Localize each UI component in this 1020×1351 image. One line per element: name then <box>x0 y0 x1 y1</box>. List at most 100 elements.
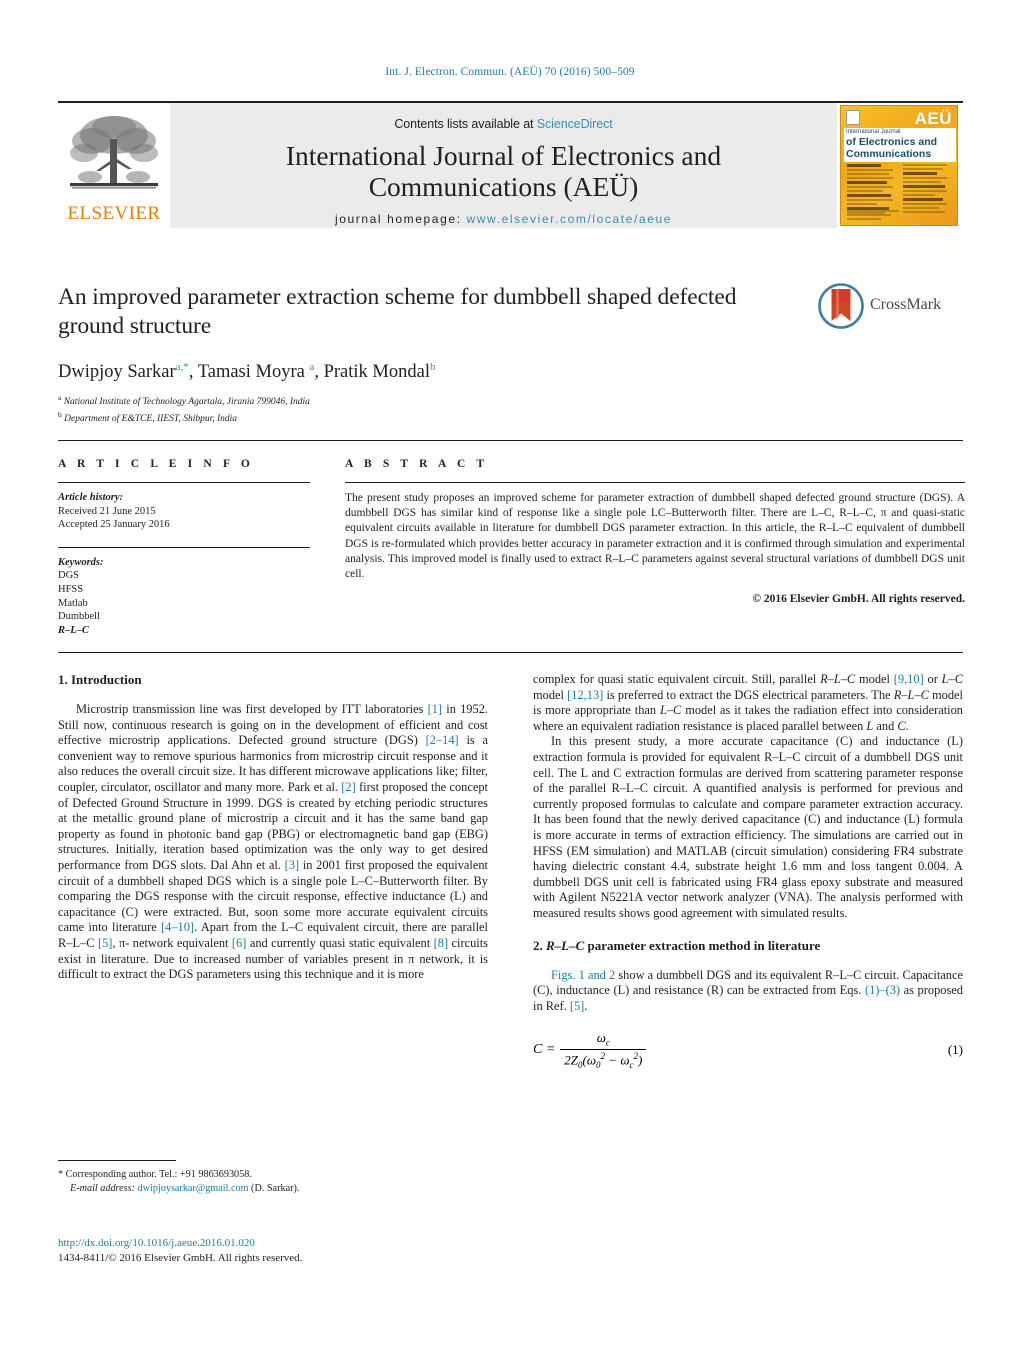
citation-ref-9-10[interactable]: [9,10] <box>894 672 924 686</box>
citation-ref-2-14[interactable]: [2–14] <box>426 733 459 747</box>
keywords-label: Keywords: <box>58 556 104 568</box>
paragraph-intro-1-cont: complex for quasi static equivalent circ… <box>533 672 963 734</box>
homepage-label: journal homepage: <box>334 212 462 226</box>
citation-ref-5[interactable]: [5] <box>570 999 584 1013</box>
elsevier-wordmark: ELSEVIER <box>67 203 161 224</box>
body-column-right: complex for quasi static equivalent circ… <box>533 672 963 1074</box>
corresponding-author-note: * Corresponding author. Tel.: +91 986369… <box>58 1168 488 1182</box>
keyword-item: Matlab <box>58 597 88 609</box>
doi-link[interactable]: http://dx.doi.org/10.1016/j.aeue.2016.01… <box>58 1236 488 1251</box>
issn-copyright-line: 1434-8411/© 2016 Elsevier GmbH. All righ… <box>58 1251 303 1264</box>
citation-ref-6[interactable]: [6] <box>232 936 246 950</box>
equation-1-denominator: 2Z0(ω02 − ωc2) <box>560 1048 647 1070</box>
abstract-block: A B S T R A C T The present study propos… <box>345 458 965 605</box>
equation-1-fraction: ωc 2Z0(ω02 − ωc2) <box>560 1030 647 1070</box>
affiliation-a-text: National Institute of Technology Agartal… <box>63 397 310 408</box>
keyword-item: R–L–C <box>58 624 89 636</box>
keyword-item: HFSS <box>58 583 84 595</box>
citation-ref-12-13[interactable]: [12,13] <box>567 688 603 702</box>
section-heading-introduction: 1. Introduction <box>58 672 488 688</box>
intro-text-7: , π- network equivalent <box>112 935 232 950</box>
article-info-heading: A R T I C L E I N F O <box>58 458 254 470</box>
cover-image: AEÜ International Journal of Electronics… <box>840 105 958 226</box>
body-column-left: 1. Introduction Microstrip transmission … <box>58 672 488 983</box>
homepage-url-link[interactable]: www.elsevier.com/locate/aeue <box>467 212 673 226</box>
paragraph-intro-1: Microstrip transmission line was first d… <box>58 702 488 983</box>
paper-page: Int. J. Electron. Commun. (AEÜ) 70 (2016… <box>0 0 1020 1351</box>
email-label: E-mail address: <box>70 1182 135 1194</box>
journal-title: International Journal of Electronics and… <box>170 131 837 202</box>
page-title: An improved parameter extraction scheme … <box>58 284 737 339</box>
paragraph-intro-2: In this present study, a more accurate c… <box>533 734 963 920</box>
abstract-copyright: © 2016 Elsevier GmbH. All rights reserve… <box>752 593 965 606</box>
journal-masthead: ELSEVIER Contents lists available at Sci… <box>58 101 963 228</box>
affiliation-a: a National Institute of Technology Agart… <box>58 392 798 409</box>
affiliation-a-marker: a <box>58 393 62 403</box>
equation-reference-1-3[interactable]: (1)–(3) <box>865 983 900 997</box>
footer-block: http://dx.doi.org/10.1016/j.aeue.2016.01… <box>58 1236 488 1265</box>
affiliation-b: b Department of E&TCE, IIEST, Shibpur, I… <box>58 409 798 426</box>
section-title: Introduction <box>71 672 142 687</box>
sciencedirect-link[interactable]: ScienceDirect <box>537 117 613 131</box>
crossmark-badge[interactable]: CrossMark <box>818 283 968 333</box>
cover-band-line-1: International Journal <box>846 129 901 135</box>
cover-band-line-3: Communications <box>846 148 932 160</box>
title-block: An improved parameter extraction scheme … <box>58 283 798 425</box>
citation-ref-3[interactable]: [3] <box>285 858 299 872</box>
journal-title-line-2: Communications (AEÜ) <box>368 171 639 202</box>
equation-1-numerator: ωc <box>596 1030 610 1048</box>
elsevier-logo: ELSEVIER <box>58 103 170 228</box>
citation-ref-1[interactable]: [1] <box>428 702 442 716</box>
contents-prefix: Contents lists available at <box>394 117 537 131</box>
keyword-item: Dumbbell <box>58 611 100 623</box>
article-accepted: Accepted 25 January 2016 <box>58 519 170 531</box>
affiliation-list: a National Institute of Technology Agart… <box>58 392 798 425</box>
cover-footer-texture <box>847 210 907 222</box>
method-text-3: . <box>584 998 588 1013</box>
article-info-rule-2 <box>58 546 310 548</box>
citation-ref-2[interactable]: [2] <box>341 780 355 794</box>
affiliation-b-text: Department of E&TCE, IIEST, Shibpur, Ind… <box>64 413 238 424</box>
citation-ref-5[interactable]: [5] <box>98 936 112 950</box>
abstract-text: The present study proposes an improved s… <box>345 492 965 581</box>
elsevier-tree-icon <box>70 116 158 189</box>
citation-ref-8[interactable]: [8] <box>434 936 448 950</box>
intro-text-9-right: complex for quasi static equivalent circ… <box>533 672 894 686</box>
paragraph-method-1: Figs. 1 and 2 show a dumbbell DGS and it… <box>533 968 963 1015</box>
divider-below-abstract <box>58 652 963 653</box>
intro-text-8: and currently quasi static equivalent <box>246 935 434 950</box>
footnote-block: * Corresponding author. Tel.: +91 986369… <box>58 1160 488 1195</box>
equation-1-number: (1) <box>947 1042 963 1058</box>
article-info-block: A R T I C L E I N F O Article history: R… <box>58 458 310 637</box>
corresponding-author-text: Corresponding author. Tel.: +91 98636930… <box>63 1169 252 1180</box>
crossmark-icon <box>818 283 864 329</box>
masthead-center-panel: Contents lists available at ScienceDirec… <box>170 103 837 228</box>
journal-title-line-1: International Journal of Electronics and <box>285 140 722 171</box>
section-title-italic: R–L–C <box>546 937 585 953</box>
section-heading-method: 2. R–L–C parameter extraction method in … <box>533 938 963 954</box>
email-link[interactable]: dwipjoysarkar@gmail.com <box>138 1183 249 1194</box>
equation-1-math: C = ωc 2Z0(ω02 − ωc2) <box>533 1030 647 1070</box>
cover-aeu-mark: AEÜ <box>914 109 952 128</box>
crossmark-label: CrossMark <box>870 296 942 313</box>
section-number: 1. <box>58 672 68 687</box>
citation-ref-4-10[interactable]: [4–10] <box>161 920 194 934</box>
figure-reference-figs-1-2[interactable]: Figs. 1 and 2 <box>551 968 615 982</box>
article-received: Received 21 June 2015 <box>58 505 156 517</box>
keyword-item: DGS <box>58 570 80 582</box>
keywords-block: Keywords: DGS HFSS Matlab Dumbbell R–L–C <box>58 556 310 638</box>
section-title-rest: parameter extraction method in literatur… <box>584 937 821 953</box>
article-history: Article history: Received 21 June 2015 A… <box>58 491 310 532</box>
section-number: 2. <box>533 937 543 953</box>
cover-band-line-2: of Electronics and <box>846 136 938 148</box>
cover-title-band: International Journal of Electronics and… <box>844 128 956 162</box>
abstract-rule <box>345 482 965 483</box>
affiliation-b-marker: b <box>58 409 62 419</box>
article-info-rule-1 <box>58 482 310 483</box>
divider-above-abstract <box>58 440 963 441</box>
contents-available-line: Contents lists available at ScienceDirec… <box>170 103 837 131</box>
equation-1-lhs: C = <box>533 1042 556 1058</box>
abstract-heading: A B S T R A C T <box>345 458 489 470</box>
journal-cover-thumbnail: AEÜ International Journal of Electronics… <box>837 103 963 228</box>
journal-homepage-line: journal homepage: www.elsevier.com/locat… <box>170 202 837 226</box>
